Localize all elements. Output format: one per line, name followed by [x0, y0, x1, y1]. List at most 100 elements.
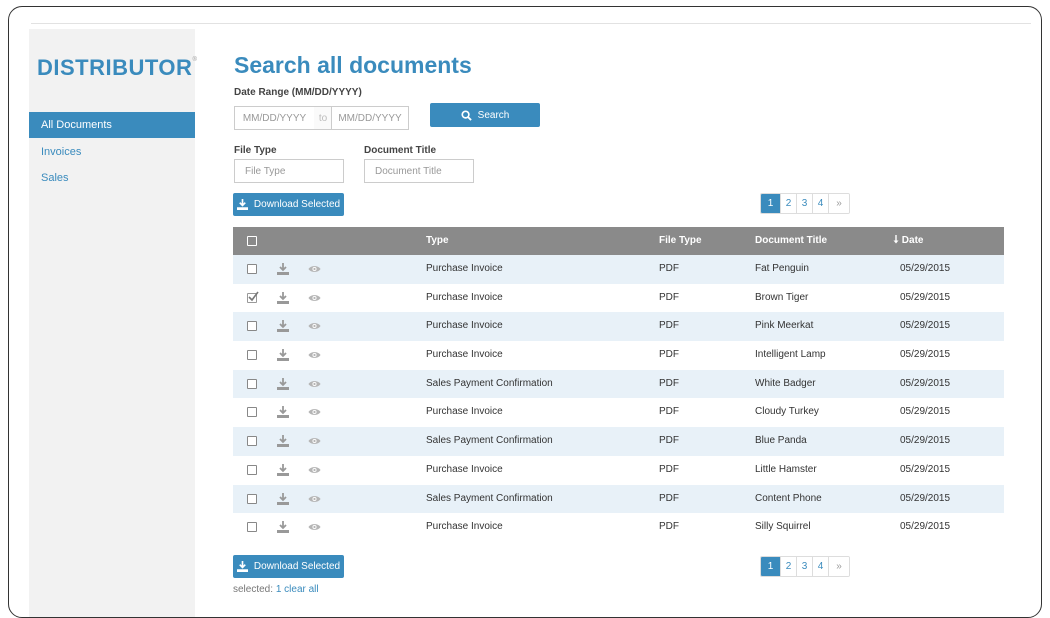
- eye-icon[interactable]: [308, 293, 321, 306]
- cell-document-title[interactable]: Fat Penguin: [755, 255, 809, 284]
- download-selected-label: Download Selected: [253, 199, 341, 210]
- header-type[interactable]: Type: [426, 227, 449, 255]
- date-range-label: Date Range (MM/DD/YYYY): [234, 87, 362, 98]
- table-row: Purchase Invoice PDF Brown Tiger 05/29/2015: [233, 284, 1004, 313]
- cell-date: 05/29/2015: [900, 349, 951, 361]
- table-row: Purchase Invoice PDF Little Hamster 05/29/2…: [233, 456, 1004, 485]
- cell-document-title[interactable]: Blue Panda: [755, 427, 807, 456]
- download-icon[interactable]: [277, 406, 289, 421]
- page-next[interactable]: »: [829, 557, 849, 576]
- eye-icon[interactable]: [308, 494, 321, 507]
- date-from-input[interactable]: [234, 106, 315, 130]
- table-row: Purchase Invoice PDF Silly Squirrel 05/29/2…: [233, 513, 1004, 542]
- row-checkbox[interactable]: [247, 464, 257, 475]
- download-icon[interactable]: [277, 463, 289, 479]
- cell-file-type: PDF: [659, 263, 679, 274]
- select-all-checkbox[interactable]: [247, 236, 257, 246]
- row-checkbox[interactable]: [247, 436, 257, 447]
- cell-file-type: PDF: [659, 435, 679, 447]
- sort-down-arrow-icon: [893, 235, 899, 244]
- table-row: Sales Payment Confirmation PDF Blue Panda 0…: [233, 427, 1004, 456]
- eye-icon[interactable]: [308, 436, 321, 449]
- page-next[interactable]: »: [829, 194, 849, 213]
- row-checkbox[interactable]: [247, 264, 257, 274]
- cell-type: Purchase Invoice: [426, 320, 503, 332]
- cell-document-title[interactable]: Pink Meerkat: [755, 312, 813, 341]
- date-to-input[interactable]: [331, 106, 409, 130]
- cell-date: 05/29/2015: [900, 320, 951, 332]
- cell-document-title[interactable]: Silly Squirrel: [755, 513, 811, 542]
- eye-icon[interactable]: [308, 350, 321, 363]
- download-selected-button-bottom[interactable]: Download Selected: [233, 555, 344, 578]
- cell-type: Sales Payment Confirmation: [426, 492, 553, 504]
- cell-file-type: PDF: [659, 349, 679, 361]
- cell-type: Purchase Invoice: [426, 349, 503, 361]
- documents-table: Type File Type Document Title Date Purch…: [233, 227, 1004, 542]
- row-checkbox[interactable]: [247, 321, 257, 332]
- download-icon[interactable]: [277, 435, 289, 450]
- download-icon[interactable]: [277, 263, 289, 278]
- sidebar-item-sales[interactable]: Sales: [29, 165, 195, 191]
- main-content: Search all documents Date Range (MM/DD/Y…: [233, 7, 1009, 617]
- eye-icon[interactable]: [308, 465, 321, 478]
- page-1[interactable]: 1: [761, 194, 781, 213]
- cell-document-title[interactable]: Little Hamster: [755, 456, 817, 485]
- table-header: Type File Type Document Title Date: [233, 227, 1004, 255]
- page-3[interactable]: 3: [797, 194, 813, 213]
- selected-summary: selected: 1 clear all: [233, 584, 319, 595]
- download-icon[interactable]: [277, 320, 289, 335]
- selected-count[interactable]: 1: [276, 584, 282, 595]
- clear-all-link[interactable]: clear all: [284, 584, 318, 595]
- row-checkbox[interactable]: [247, 378, 257, 389]
- page-3[interactable]: 3: [797, 557, 813, 576]
- cell-date: 05/29/2015: [900, 463, 951, 475]
- eye-icon[interactable]: [308, 407, 321, 420]
- download-icon[interactable]: [277, 377, 289, 393]
- eye-icon[interactable]: [308, 522, 321, 535]
- search-button[interactable]: Search: [430, 103, 540, 127]
- download-icon[interactable]: [277, 291, 289, 307]
- cell-document-title[interactable]: Intelligent Lamp: [755, 341, 826, 370]
- cell-file-type: PDF: [659, 406, 679, 418]
- sidebar-item-all-documents[interactable]: All Documents: [29, 112, 195, 138]
- cell-type: Sales Payment Confirmation: [426, 377, 553, 389]
- cell-document-title[interactable]: White Badger: [755, 370, 816, 399]
- row-checkbox[interactable]: [247, 522, 257, 533]
- page-2[interactable]: 2: [781, 557, 797, 576]
- eye-icon[interactable]: [308, 379, 321, 392]
- pagination-top: 1 2 3 4 »: [760, 193, 850, 214]
- row-checkbox[interactable]: [247, 291, 259, 303]
- header-document-title[interactable]: Document Title: [755, 227, 827, 255]
- file-type-input[interactable]: [234, 159, 344, 183]
- cell-file-type: PDF: [659, 492, 679, 504]
- cell-type: Purchase Invoice: [426, 291, 503, 303]
- download-icon[interactable]: [277, 492, 289, 508]
- row-checkbox[interactable]: [247, 407, 257, 418]
- cell-file-type: PDF: [659, 320, 679, 332]
- page-4[interactable]: 4: [813, 557, 829, 576]
- cell-type: Purchase Invoice: [426, 463, 503, 475]
- header-date[interactable]: Date: [893, 227, 923, 255]
- date-to-separator: to: [314, 106, 332, 130]
- cell-document-title[interactable]: Brown Tiger: [755, 284, 808, 313]
- cell-file-type: PDF: [659, 377, 679, 389]
- download-icon[interactable]: [277, 349, 289, 364]
- row-checkbox[interactable]: [247, 350, 257, 361]
- cell-document-title[interactable]: Cloudy Turkey: [755, 398, 819, 427]
- cell-document-title[interactable]: Content Phone: [755, 485, 822, 514]
- cell-date: 05/29/2015: [900, 263, 951, 274]
- eye-icon[interactable]: [308, 264, 321, 277]
- row-checkbox[interactable]: [247, 493, 257, 504]
- header-file-type[interactable]: File Type: [659, 227, 702, 255]
- sidebar-item-invoices[interactable]: Invoices: [29, 139, 195, 165]
- page-2[interactable]: 2: [781, 194, 797, 213]
- eye-icon[interactable]: [308, 321, 321, 334]
- cell-date: 05/29/2015: [900, 291, 951, 303]
- page-title: Search all documents: [234, 52, 472, 78]
- page-1[interactable]: 1: [761, 557, 781, 576]
- page-4[interactable]: 4: [813, 194, 829, 213]
- document-title-input[interactable]: [364, 159, 474, 183]
- download-icon[interactable]: [277, 521, 289, 536]
- download-selected-button-top[interactable]: Download Selected: [233, 193, 344, 216]
- cell-type: Purchase Invoice: [426, 263, 503, 274]
